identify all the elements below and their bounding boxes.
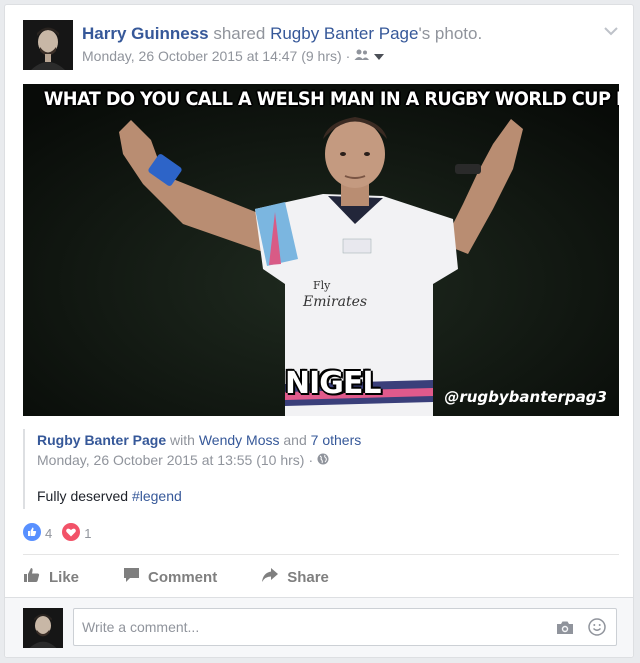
comment-icon bbox=[123, 567, 140, 587]
post-header: Harry Guinness shared Rugby Banter Page'… bbox=[23, 20, 619, 72]
post-card: Harry Guinness shared Rugby Banter Page'… bbox=[4, 4, 634, 658]
original-page-link[interactable]: Rugby Banter Page bbox=[37, 432, 166, 448]
meme-bottom-text: NIGEL bbox=[285, 366, 382, 401]
share-label: Share bbox=[287, 568, 329, 586]
comment-input-box[interactable] bbox=[73, 608, 617, 646]
comment-button[interactable]: Comment bbox=[123, 567, 217, 587]
post-timestamp[interactable]: Monday, 26 October 2015 at 14:47 (9 hrs) bbox=[82, 46, 342, 66]
reactions-divider bbox=[23, 554, 619, 555]
hashtag-link[interactable]: #legend bbox=[132, 488, 182, 504]
comment-area bbox=[5, 597, 633, 657]
like-label: Like bbox=[49, 568, 80, 586]
comment-label: Comment bbox=[148, 568, 218, 586]
emoji-icon[interactable] bbox=[588, 618, 606, 641]
post-header-text: Harry Guinness shared Rugby Banter Page'… bbox=[82, 23, 482, 66]
camera-icon[interactable] bbox=[556, 620, 574, 640]
with-word: with bbox=[170, 432, 195, 448]
reactions-summary[interactable]: 4 1 bbox=[23, 523, 101, 544]
like-button[interactable]: Like bbox=[23, 567, 79, 587]
shared-word: shared bbox=[213, 24, 266, 43]
like-count: 4 bbox=[45, 526, 53, 541]
author-avatar[interactable] bbox=[23, 20, 73, 70]
original-post-meta: Monday, 26 October 2015 at 13:55 (10 hrs… bbox=[37, 450, 619, 470]
love-reaction[interactable]: 1 bbox=[62, 523, 91, 544]
original-post-title: Rugby Banter Page with Wendy Moss and 7 … bbox=[37, 430, 619, 450]
share-arrow-icon bbox=[261, 567, 279, 587]
share-button[interactable]: Share bbox=[261, 567, 329, 587]
tagged-user-link[interactable]: Wendy Moss bbox=[199, 432, 280, 448]
post-actions: Like Comment Share bbox=[23, 560, 373, 594]
post-title: Harry Guinness shared Rugby Banter Page'… bbox=[82, 23, 482, 45]
meta-separator: · bbox=[345, 48, 351, 64]
photo-watermark: @rugbybanterpag3 bbox=[444, 388, 607, 406]
like-reaction[interactable]: 4 bbox=[23, 523, 52, 544]
shared-from-link[interactable]: Rugby Banter Page bbox=[270, 24, 418, 43]
and-word: and bbox=[283, 432, 307, 448]
comment-input[interactable] bbox=[74, 609, 534, 645]
meme-top-text: WHAT DO YOU CALL A WELSH MAN IN A RUGBY … bbox=[43, 88, 619, 110]
meta-separator: · bbox=[308, 452, 314, 468]
shared-suffix: 's photo. bbox=[418, 24, 483, 43]
commenter-avatar[interactable] bbox=[23, 608, 63, 648]
shared-original-post: Rugby Banter Page with Wendy Moss and 7 … bbox=[23, 429, 619, 509]
comment-input-icons bbox=[556, 618, 606, 641]
original-timestamp[interactable]: Monday, 26 October 2015 at 13:55 (10 hrs… bbox=[37, 450, 304, 470]
love-reaction-icon bbox=[62, 523, 81, 544]
love-count: 1 bbox=[84, 526, 92, 541]
others-link[interactable]: 7 others bbox=[311, 432, 362, 448]
caption-text: Fully deserved bbox=[37, 488, 132, 504]
globe-icon[interactable] bbox=[317, 450, 329, 470]
post-photo[interactable]: Fly Emirates WHAT DO YOU CALL A WELSH MA… bbox=[23, 84, 619, 416]
post-meta: Monday, 26 October 2015 at 14:47 (9 hrs)… bbox=[82, 46, 482, 66]
svg-text:Emirates: Emirates bbox=[302, 294, 367, 310]
post-caption: Fully deserved #legend bbox=[37, 486, 619, 506]
thumbs-up-icon bbox=[23, 567, 41, 587]
post-options-chevron-icon[interactable] bbox=[603, 24, 619, 36]
friends-icon[interactable] bbox=[354, 46, 370, 66]
like-reaction-icon bbox=[23, 523, 41, 544]
svg-text:Fly: Fly bbox=[313, 279, 331, 292]
author-name-link[interactable]: Harry Guinness bbox=[82, 24, 209, 43]
audience-dropdown-icon[interactable] bbox=[374, 46, 385, 66]
